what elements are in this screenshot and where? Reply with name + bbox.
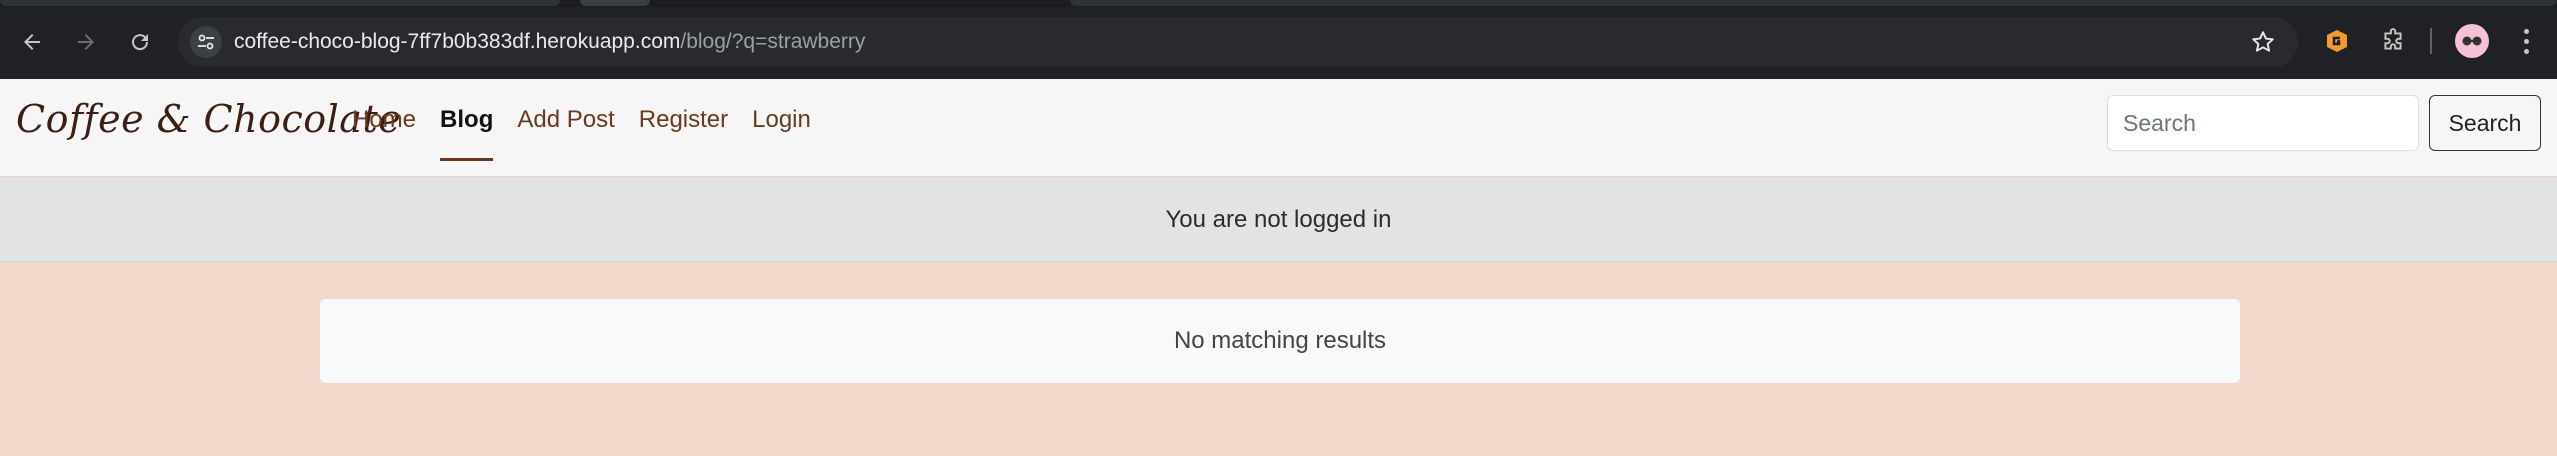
active-tab-edge[interactable] xyxy=(580,0,650,6)
reload-icon xyxy=(132,34,149,51)
nav-link-register[interactable]: Register xyxy=(627,79,740,153)
nav-link-login[interactable]: Login xyxy=(740,79,823,153)
toolbar-separator xyxy=(2430,28,2432,54)
nav-link-add-post[interactable]: Add Post xyxy=(505,79,626,153)
site-info-button[interactable] xyxy=(190,26,222,58)
search-button[interactable]: Search xyxy=(2429,95,2541,151)
browser-menu-icon[interactable] xyxy=(2516,26,2536,56)
url-host: coffee-choco-blog-7ff7b0b383df.herokuapp… xyxy=(234,30,681,53)
back-button[interactable] xyxy=(12,22,52,62)
back-arrow-icon xyxy=(24,34,40,50)
profile-avatar[interactable] xyxy=(2455,24,2489,58)
results-card: No matching results xyxy=(320,299,2240,383)
url-path: /blog/?q=strawberry xyxy=(680,30,866,53)
address-bar[interactable]: coffee-choco-blog-7ff7b0b383df.herokuapp… xyxy=(178,17,2298,67)
no-results-text: No matching results xyxy=(1173,327,1387,354)
tab-edge[interactable] xyxy=(0,0,560,6)
login-status-text: You are not logged in xyxy=(1165,206,1392,233)
tab-edge[interactable] xyxy=(1070,0,2557,6)
nav-link-blog[interactable]: Blog xyxy=(428,79,505,161)
bookmark-star-icon[interactable] xyxy=(2250,29,2276,55)
g-extension-logo-icon xyxy=(2327,30,2347,52)
nav-links: Home Blog Add Post Register Login xyxy=(340,79,823,177)
search-input[interactable]: Search xyxy=(2107,95,2419,151)
login-status-banner: You are not logged in xyxy=(0,178,2557,262)
tune-icon xyxy=(198,34,214,50)
browser-toolbar: coffee-choco-blog-7ff7b0b383df.herokuapp… xyxy=(0,0,2557,79)
url-text[interactable]: coffee-choco-blog-7ff7b0b383df.herokuapp… xyxy=(234,30,865,54)
nav-link-home[interactable]: Home xyxy=(340,79,428,153)
forward-arrow-icon xyxy=(78,34,94,50)
avatar-glasses-icon xyxy=(2462,36,2482,46)
forward-button[interactable] xyxy=(66,22,106,62)
reload-button[interactable] xyxy=(120,22,160,62)
site-navbar: Coffee & Chocolate Home Blog Add Post Re… xyxy=(0,79,2557,177)
extensions-puzzle-icon[interactable] xyxy=(2376,24,2410,58)
puzzle-icon xyxy=(2384,28,2402,50)
extension-g-icon[interactable] xyxy=(2320,24,2354,58)
